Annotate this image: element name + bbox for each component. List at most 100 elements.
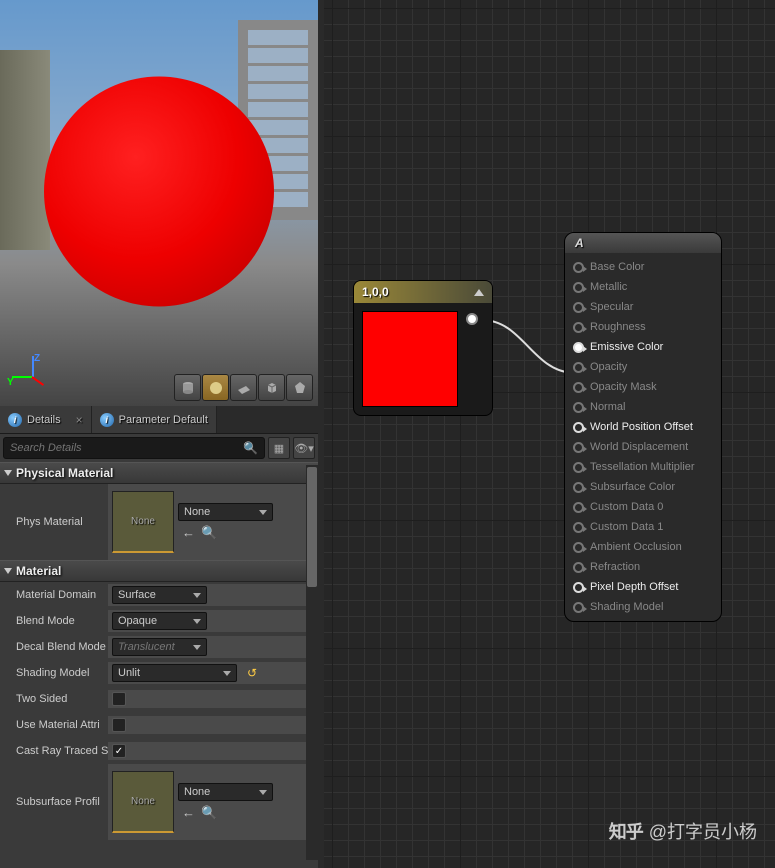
material-pin-custom-data-0[interactable]: Custom Data 0	[565, 497, 721, 517]
pin-ring-icon[interactable]	[573, 562, 584, 573]
phys-material-thumbnail[interactable]: None	[112, 491, 174, 553]
pin-ring-icon[interactable]	[573, 382, 584, 393]
material-pin-world-displacement[interactable]: World Displacement	[565, 437, 721, 457]
pin-ring-icon[interactable]	[573, 502, 584, 513]
two-sided-checkbox[interactable]	[112, 692, 126, 706]
scrollbar-thumb[interactable]	[307, 467, 317, 587]
pin-ring-icon[interactable]	[573, 602, 584, 613]
pin-ring-icon[interactable]	[573, 442, 584, 453]
material-preview-viewport[interactable]: Z Y	[0, 0, 318, 406]
decal-blend-mode-label: Decal Blend Mode	[0, 641, 108, 653]
prop-two-sided: Two Sided	[0, 686, 318, 712]
material-pin-base-color[interactable]: Base Color	[565, 257, 721, 277]
collapse-icon[interactable]	[474, 289, 484, 296]
section-physical-material[interactable]: Physical Material	[0, 462, 318, 484]
pin-label: Opacity	[590, 361, 627, 373]
pin-ring-icon[interactable]	[573, 302, 584, 313]
material-pin-pixel-depth-offset[interactable]: Pixel Depth Offset	[565, 577, 721, 597]
phys-material-dropdown[interactable]: None	[178, 503, 273, 521]
visibility-filter-button[interactable]: 👁▾	[293, 437, 315, 459]
pin-ring-icon[interactable]	[573, 482, 584, 493]
constant3-header[interactable]: 1,0,0	[354, 281, 492, 303]
shape-cylinder-button[interactable]	[174, 374, 201, 401]
background-building-left	[0, 50, 50, 250]
material-pin-world-position-offset[interactable]: World Position Offset	[565, 417, 721, 437]
pin-label: Ambient Occlusion	[590, 541, 682, 553]
shape-cube-button[interactable]	[258, 374, 285, 401]
section-physical-material-label: Physical Material	[16, 466, 113, 480]
material-pin-specular[interactable]: Specular	[565, 297, 721, 317]
details-scrollbar[interactable]	[306, 465, 318, 860]
material-pin-roughness[interactable]: Roughness	[565, 317, 721, 337]
pin-label: Refraction	[590, 561, 640, 573]
pin-ring-icon[interactable]	[573, 522, 584, 533]
material-pin-ambient-occlusion[interactable]: Ambient Occlusion	[565, 537, 721, 557]
prop-decal-blend-mode: Decal Blend Mode Translucent	[0, 634, 318, 660]
prop-use-material-attributes: Use Material Attri	[0, 712, 318, 738]
pin-ring-icon[interactable]	[573, 362, 584, 373]
blend-mode-dropdown[interactable]: Opaque	[112, 612, 207, 630]
material-pin-refraction[interactable]: Refraction	[565, 557, 721, 577]
pin-label: Pixel Depth Offset	[590, 581, 678, 593]
pin-ring-icon[interactable]	[573, 462, 584, 473]
property-matrix-button[interactable]: ▦	[268, 437, 290, 459]
decal-blend-mode-dropdown[interactable]: Translucent	[112, 638, 207, 656]
use-material-attributes-checkbox[interactable]	[112, 718, 126, 732]
tab-details[interactable]: i Details ×	[0, 406, 92, 433]
constant3-swatch[interactable]	[362, 311, 458, 407]
search-box[interactable]: 🔍	[3, 437, 265, 459]
material-pin-emissive-color[interactable]: Emissive Color	[565, 337, 721, 357]
search-icon[interactable]: 🔍	[243, 441, 258, 455]
shading-model-dropdown[interactable]: Unlit	[112, 664, 237, 682]
pin-ring-icon[interactable]	[573, 402, 584, 413]
material-pin-shading-model[interactable]: Shading Model	[565, 597, 721, 617]
tab-parameter-defaults-label: Parameter Default	[119, 414, 208, 426]
shape-sphere-button[interactable]	[202, 374, 229, 401]
constant3-title: 1,0,0	[362, 285, 389, 299]
material-output-header[interactable]: A	[565, 233, 721, 253]
pin-ring-icon[interactable]	[573, 322, 584, 333]
material-pin-opacity-mask[interactable]: Opacity Mask	[565, 377, 721, 397]
close-icon[interactable]: ×	[76, 413, 83, 427]
use-selected-button[interactable]: ←	[182, 805, 195, 821]
material-pin-normal[interactable]: Normal	[565, 397, 721, 417]
prop-shading-model: Shading Model Unlit ↺	[0, 660, 318, 686]
material-domain-label: Material Domain	[0, 589, 108, 601]
material-pin-tessellation-multiplier[interactable]: Tessellation Multiplier	[565, 457, 721, 477]
constant3-node[interactable]: 1,0,0	[353, 280, 493, 416]
material-graph[interactable]: 1,0,0 A Base ColorMetallic Specular Roughn…	[324, 0, 775, 868]
prop-cast-ray-traced: Cast Ray Traced S	[0, 738, 318, 764]
material-pin-opacity[interactable]: Opacity	[565, 357, 721, 377]
use-selected-button[interactable]: ←	[182, 525, 195, 541]
cast-ray-traced-label: Cast Ray Traced S	[0, 745, 108, 757]
watermark-text: @打字员小杨	[649, 818, 757, 844]
shape-mesh-button[interactable]	[286, 374, 313, 401]
search-input[interactable]	[10, 442, 243, 454]
subsurface-thumbnail[interactable]: None	[112, 771, 174, 833]
material-output-node[interactable]: A Base ColorMetallic Specular RoughnessEmi…	[564, 232, 722, 622]
tab-details-label: Details	[27, 414, 61, 426]
cast-ray-traced-checkbox[interactable]	[112, 744, 126, 758]
section-material[interactable]: Material	[0, 560, 318, 582]
pin-ring-icon[interactable]	[573, 542, 584, 553]
pin-ring-icon[interactable]	[573, 342, 584, 353]
tab-parameter-defaults[interactable]: i Parameter Default	[92, 406, 217, 433]
constant3-output-pin[interactable]	[466, 313, 478, 325]
material-pin-subsurface-color[interactable]: Subsurface Color	[565, 477, 721, 497]
material-pin-metallic[interactable]: Metallic	[565, 277, 721, 297]
pin-label: Custom Data 0	[590, 501, 663, 513]
browse-button[interactable]: 🔍	[201, 805, 217, 821]
material-domain-dropdown[interactable]: Surface	[112, 586, 207, 604]
shape-plane-button[interactable]	[230, 374, 257, 401]
pin-ring-icon[interactable]	[573, 282, 584, 293]
revert-icon[interactable]: ↺	[247, 666, 257, 680]
chevron-down-icon	[193, 619, 201, 624]
pin-ring-icon[interactable]	[573, 582, 584, 593]
browse-button[interactable]: 🔍	[201, 525, 217, 541]
subsurface-dropdown[interactable]: None	[178, 783, 273, 801]
blend-mode-label: Blend Mode	[0, 615, 108, 627]
pin-ring-icon[interactable]	[573, 422, 584, 433]
material-pin-custom-data-1[interactable]: Custom Data 1	[565, 517, 721, 537]
pin-ring-icon[interactable]	[573, 262, 584, 273]
pin-label: Specular	[590, 301, 633, 313]
